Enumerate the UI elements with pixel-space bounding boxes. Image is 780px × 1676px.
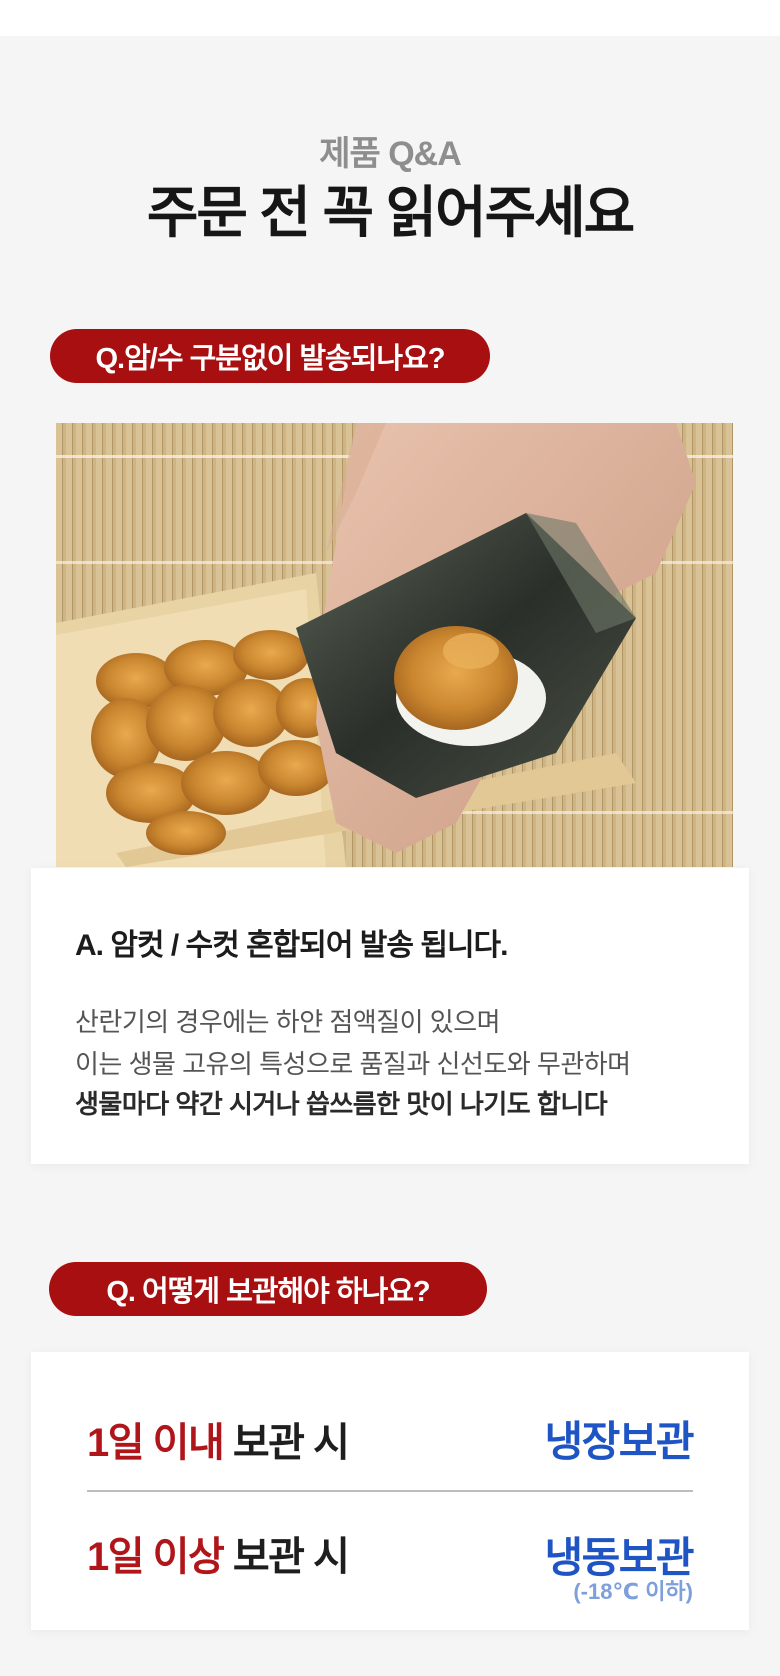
answer-title: A. 암컷 / 수컷 혼합되어 발송 됩니다. bbox=[75, 929, 508, 962]
storage-row-1-rest: 보관 시 bbox=[223, 1421, 350, 1465]
question-badge-1: Q.암/수 구분없이 발송되나요? bbox=[50, 329, 490, 383]
answer-card-1: A. 암컷 / 수컷 혼합되어 발송 됩니다. 산란기의 경우에는 하얀 점액질… bbox=[31, 868, 749, 1164]
storage-card: 1일 이내 보관 시 냉장보관 1일 이상 보관 시 냉동보관 (-18℃ 이하… bbox=[31, 1352, 749, 1630]
answer-line-3: 생물마다 약간 시거나 씁쓰름한 맛이 나기도 합니다 bbox=[75, 1089, 608, 1119]
storage-row-2-note: (-18℃ 이하) bbox=[573, 1579, 693, 1604]
question-badge-2: Q. 어떻게 보관해야 하나요? bbox=[49, 1262, 487, 1316]
answer-line-1: 산란기의 경우에는 하얀 점액질이 있으며 bbox=[75, 1007, 501, 1037]
section-title: 주문 전 꼭 읽어주세요 bbox=[146, 181, 635, 244]
storage-divider bbox=[87, 1490, 693, 1492]
sea-urchin-hand-roll-illustration bbox=[56, 423, 733, 867]
storage-row-1-label: 1일 이내 보관 시 bbox=[87, 1410, 350, 1468]
storage-row-2-label: 1일 이상 보관 시 bbox=[87, 1524, 350, 1582]
storage-row-1-highlight: 1일 이내 bbox=[87, 1421, 225, 1465]
answer-line-2: 이는 생물 고유의 특성으로 품질과 신선도와 무관하며 bbox=[75, 1049, 631, 1079]
storage-row-2-highlight: 1일 이상 bbox=[87, 1535, 225, 1579]
storage-row-1-value: 냉장보관 bbox=[544, 1418, 694, 1465]
storage-row-2-rest: 보관 시 bbox=[223, 1535, 350, 1579]
product-photo bbox=[56, 423, 733, 867]
